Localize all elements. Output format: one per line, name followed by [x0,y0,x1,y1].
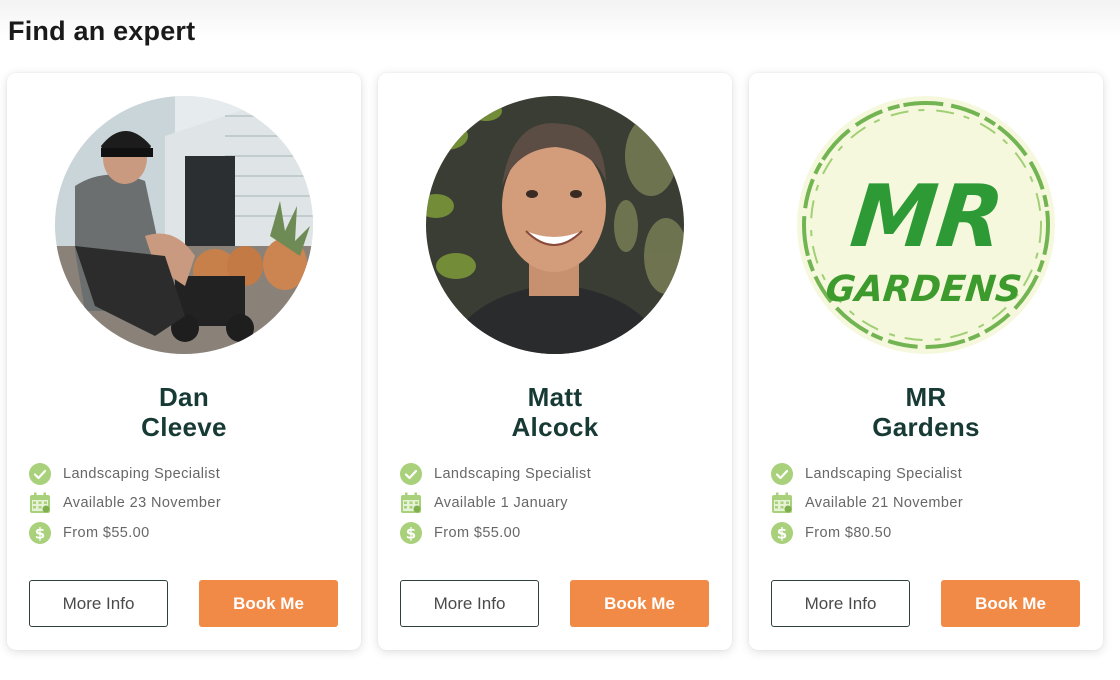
availability-row: Available 21 November [771,489,963,519]
svg-text:$: $ [406,524,416,542]
expert-first-name: Matt [527,382,583,412]
price-text: From $55.00 [63,524,150,541]
page-title: Find an expert [8,16,196,46]
expert-last-name: Alcock [511,412,599,442]
specialty-row: Landscaping Specialist [29,459,221,489]
book-me-button[interactable]: Book Me [570,580,709,627]
avatar-photo-gardener [55,96,313,354]
book-me-button[interactable]: Book Me [199,580,338,627]
expert-avatar: MR GARDENS [797,96,1055,354]
expert-card: MR GARDENS MR Gardens Landscaping Specia… [749,73,1103,650]
specialty-text: Landscaping Specialist [63,465,221,482]
specialty-row: Landscaping Specialist [771,459,963,489]
expert-first-name: MR [905,382,947,412]
dollar-circle-icon: $ [29,521,51,544]
availability-row: Available 23 November [29,489,221,519]
svg-text:$: $ [35,524,45,542]
availability-text: Available 21 November [805,495,964,512]
more-info-button[interactable]: More Info [29,580,168,627]
more-info-button[interactable]: More Info [400,580,539,627]
book-me-button[interactable]: Book Me [941,580,1080,627]
dollar-circle-icon: $ [400,521,422,544]
specialty-text: Landscaping Specialist [805,465,963,482]
expert-name: MR Gardens [749,382,1103,442]
logo-text-gardens: GARDENS [824,268,1024,310]
more-info-button[interactable]: More Info [771,580,910,627]
expert-last-name: Gardens [872,412,980,442]
specialty-text: Landscaping Specialist [434,465,592,482]
expert-card: Matt Alcock Landscaping Specialist Avail… [378,73,732,650]
expert-last-name: Cleeve [141,412,227,442]
check-circle-icon [771,462,793,485]
expert-name: Dan Cleeve [7,382,361,442]
price-row: $ From $80.50 [771,518,963,548]
expert-card: Dan Cleeve Landscaping Specialist Availa… [7,73,361,650]
calendar-icon [772,492,792,514]
expert-details: Landscaping Specialist Availa [29,459,221,548]
expert-avatar [426,96,684,354]
svg-text:$: $ [777,524,787,542]
logo-text-mr: MR [846,167,1008,267]
dollar-circle-icon: $ [771,521,793,544]
calendar-icon [401,492,421,514]
check-circle-icon [400,462,422,485]
price-row: $ From $55.00 [400,518,591,548]
find-expert-page: Find an expert Dan Cleeve Landscaping Sp… [0,0,1120,680]
avatar-photo-portrait [426,96,684,354]
price-text: From $55.00 [434,524,521,541]
expert-first-name: Dan [158,382,210,412]
price-row: $ From $55.00 [29,518,221,548]
price-text: From $80.50 [805,524,892,541]
mr-gardens-logo: MR GARDENS [797,96,1055,354]
expert-avatar [55,96,313,354]
expert-details: Landscaping Specialist Availa [400,459,591,548]
availability-text: Available 1 January [434,495,568,512]
availability-text: Available 23 November [63,495,222,512]
expert-name: Matt Alcock [378,382,732,442]
expert-details: Landscaping Specialist Availa [771,459,963,548]
specialty-row: Landscaping Specialist [400,459,591,489]
check-circle-icon [29,462,51,485]
calendar-icon [30,492,50,514]
expert-card-list: Dan Cleeve Landscaping Specialist Availa… [7,73,1103,650]
availability-row: Available 1 January [400,489,591,519]
